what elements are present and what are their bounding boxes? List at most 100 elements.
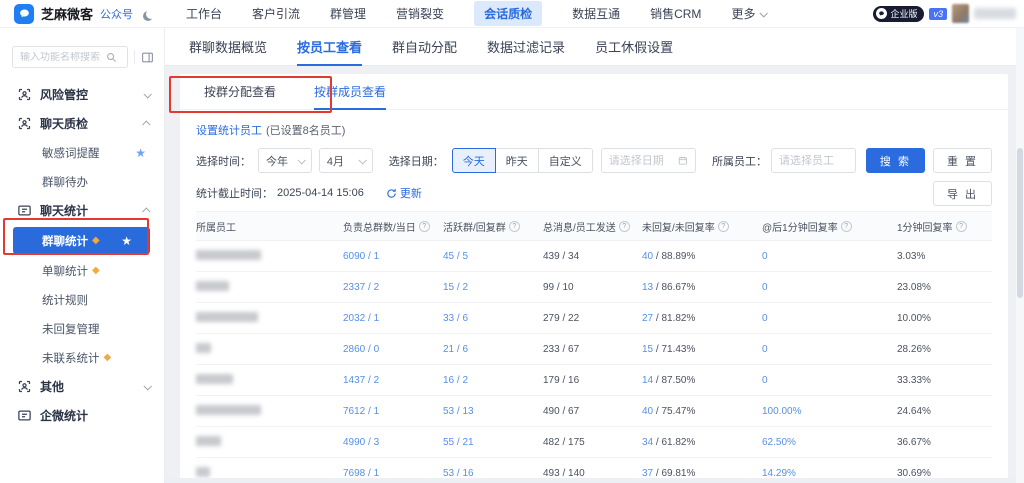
at-reply-rate-cell[interactable]: 0	[762, 313, 897, 324]
custom-range-button[interactable]: 自定义	[538, 148, 593, 173]
dark-mode-icon[interactable]	[146, 9, 156, 19]
total-groups-cell[interactable]: 1437 / 2	[343, 375, 443, 386]
tab-data-filter-log[interactable]: 数据过滤记录	[487, 28, 565, 66]
tab-group-data-overview[interactable]: 群聊数据概览	[189, 28, 267, 66]
messages-cell: 493 / 140	[543, 468, 642, 479]
avatar[interactable]	[952, 4, 969, 23]
sidebar-item-sensitive-words[interactable]: 敏感词提醒 ★	[0, 138, 164, 167]
topbar-right: 企业版 v3	[873, 4, 1024, 23]
favorite-star-icon[interactable]: ★	[121, 234, 132, 248]
active-groups-cell[interactable]: 53 / 16	[443, 468, 543, 479]
active-groups-cell[interactable]: 16 / 2	[443, 375, 543, 386]
nav-marketing-fission[interactable]: 营销裂变	[396, 5, 444, 22]
total-groups-cell[interactable]: 2860 / 0	[343, 344, 443, 355]
help-icon[interactable]: ?	[419, 221, 430, 232]
date-input[interactable]	[609, 155, 679, 167]
total-groups-cell[interactable]: 7698 / 1	[343, 468, 443, 479]
nav-workbench[interactable]: 工作台	[186, 5, 222, 22]
help-icon[interactable]: ?	[841, 221, 852, 232]
messages-cell: 279 / 22	[543, 313, 642, 324]
staff-name-redacted	[196, 436, 343, 449]
sidebar-group-chat-qc[interactable]: 聊天质检	[0, 109, 164, 138]
app-logo-icon	[14, 4, 34, 24]
search-button[interactable]: 搜 索	[866, 148, 925, 173]
subtab-by-group-member[interactable]: 按群成员查看	[314, 74, 386, 110]
unreplied-cell: 15 / 71.43%	[642, 344, 762, 355]
sidebar-item-group-todo[interactable]: 群聊待办	[0, 167, 164, 196]
staff-select-input[interactable]	[771, 148, 856, 173]
today-button[interactable]: 今天	[452, 148, 496, 173]
vertical-scrollbar[interactable]	[1016, 28, 1024, 483]
other-icon	[17, 379, 32, 394]
main-tabs: 群聊数据概览 按员工查看 群自动分配 数据过滤记录 员工休假设置	[165, 28, 1024, 66]
active-groups-cell[interactable]: 55 / 21	[443, 437, 543, 448]
year-select[interactable]: 今年	[258, 148, 312, 173]
at-reply-rate-cell[interactable]: 100.00%	[762, 406, 897, 417]
official-account-link[interactable]: 公众号	[100, 6, 133, 22]
one-min-rate-cell: 24.64%	[897, 406, 992, 417]
help-icon[interactable]: ?	[956, 221, 967, 232]
vip-diamond-icon: ◆	[92, 235, 100, 246]
at-reply-rate-cell[interactable]: 14.29%	[762, 468, 897, 479]
help-icon[interactable]: ?	[619, 221, 630, 232]
horizontal-scrollbar[interactable]	[165, 478, 1016, 483]
active-groups-cell[interactable]: 21 / 6	[443, 344, 543, 355]
staff-input[interactable]	[779, 155, 848, 167]
sidebar-group-label: 聊天质检	[40, 115, 88, 132]
active-groups-cell[interactable]: 15 / 2	[443, 282, 543, 293]
chevron-up-icon	[142, 207, 150, 215]
tab-staff-vacation[interactable]: 员工休假设置	[595, 28, 673, 66]
sidebar-item-single-chat-stats[interactable]: 单聊统计 ◆	[0, 256, 164, 285]
sidebar-group-wecom-stats[interactable]: 企微统计	[0, 401, 164, 430]
favorite-star-icon[interactable]: ★	[135, 146, 146, 160]
date-picker-input[interactable]	[601, 148, 696, 173]
at-reply-rate-cell[interactable]: 0	[762, 282, 897, 293]
sidebar-group-other[interactable]: 其他	[0, 372, 164, 401]
subtab-by-group-assignment[interactable]: 按群分配查看	[204, 74, 276, 110]
at-reply-rate-cell[interactable]: 0	[762, 251, 897, 262]
nav-data-interop[interactable]: 数据互通	[572, 5, 620, 22]
date-quick-buttons: 今天 昨天 自定义	[452, 148, 593, 173]
help-icon[interactable]: ?	[718, 221, 729, 232]
tab-auto-assign[interactable]: 群自动分配	[392, 28, 457, 66]
total-groups-cell[interactable]: 4990 / 3	[343, 437, 443, 448]
collapse-panel-icon[interactable]	[141, 51, 154, 64]
sidebar-item-unreplied-management[interactable]: 未回复管理	[0, 314, 164, 343]
export-button[interactable]: 导 出	[933, 181, 992, 206]
sidebar-group-risk[interactable]: 风险管控	[0, 80, 164, 109]
total-groups-cell[interactable]: 2032 / 1	[343, 313, 443, 324]
nav-group-management[interactable]: 群管理	[330, 5, 366, 22]
total-groups-cell[interactable]: 7612 / 1	[343, 406, 443, 417]
nav-customer-acquisition[interactable]: 客户引流	[252, 5, 300, 22]
at-reply-rate-cell[interactable]: 0	[762, 375, 897, 386]
nav-sales-crm[interactable]: 销售CRM	[650, 5, 701, 22]
total-groups-cell[interactable]: 6090 / 1	[343, 251, 443, 262]
tab-view-by-staff[interactable]: 按员工查看	[297, 28, 362, 66]
search-input[interactable]	[20, 52, 106, 63]
at-reply-rate-cell[interactable]: 0	[762, 344, 897, 355]
active-groups-cell[interactable]: 45 / 5	[443, 251, 543, 262]
table-header: 所属员工 负责总群数/当日? 活跃群/回复群? 总消息/员工发送? 未回复/未回…	[196, 211, 992, 241]
at-reply-rate-cell[interactable]: 62.50%	[762, 437, 897, 448]
sidebar-item-uncontacted-stats[interactable]: 未联系统计 ◆	[0, 343, 164, 372]
scrollbar-thumb[interactable]	[1017, 148, 1023, 298]
active-groups-cell[interactable]: 53 / 13	[443, 406, 543, 417]
year-select-value: 今年	[266, 153, 288, 169]
sidebar-item-group-chat-stats[interactable]: 群聊统计 ◆ ★	[13, 227, 150, 254]
col-messages: 总消息/员工发送?	[543, 219, 642, 234]
refresh-control[interactable]: 更新	[386, 185, 422, 201]
help-icon[interactable]: ?	[509, 221, 520, 232]
month-select[interactable]: 4月	[319, 148, 373, 173]
sidebar-group-chat-stats[interactable]: 聊天统计	[0, 196, 164, 225]
sidebar-search-box[interactable]	[12, 46, 128, 68]
total-groups-cell[interactable]: 2337 / 2	[343, 282, 443, 293]
unreplied-cell: 14 / 87.50%	[642, 375, 762, 386]
search-icon	[106, 52, 117, 63]
reset-button[interactable]: 重 置	[933, 148, 992, 173]
active-groups-cell[interactable]: 33 / 6	[443, 313, 543, 324]
nav-more[interactable]: 更多	[731, 5, 766, 22]
set-staff-link[interactable]: 设置统计员工	[196, 122, 262, 138]
nav-conversation-qc[interactable]: 会话质检	[474, 1, 542, 26]
sidebar-item-stats-rules[interactable]: 统计规则	[0, 285, 164, 314]
yesterday-button[interactable]: 昨天	[495, 148, 539, 173]
